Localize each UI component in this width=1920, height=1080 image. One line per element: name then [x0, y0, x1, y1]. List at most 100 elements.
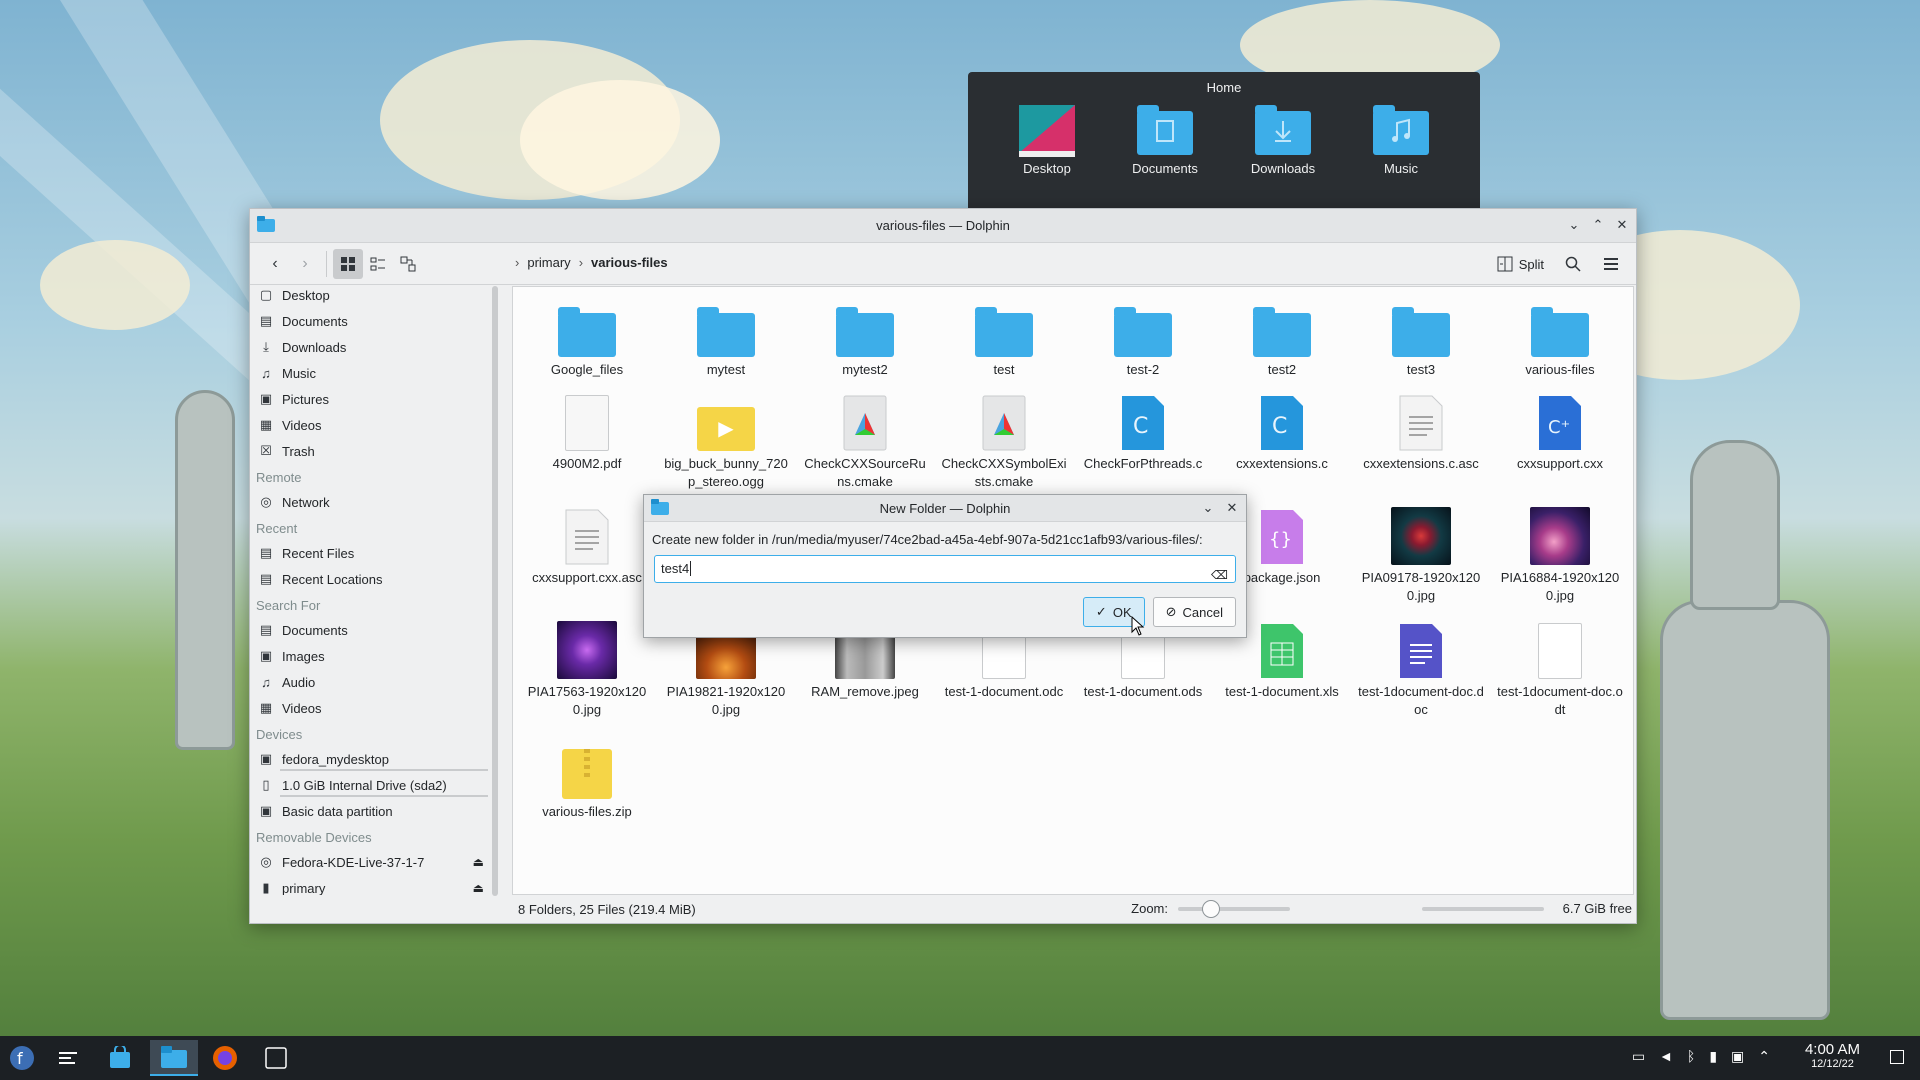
compact-view-button[interactable] — [363, 249, 393, 279]
folder-item[interactable]: various-files — [1496, 297, 1624, 379]
file-item[interactable]: C⁺ cxxsupport.cxx — [1496, 391, 1624, 473]
search-button[interactable] — [1558, 249, 1588, 279]
zoom-slider-handle[interactable] — [1202, 899, 1220, 918]
file-item[interactable]: PIA17563-1920x1200.jpg — [523, 619, 651, 719]
sidebar-item-recent-locations[interactable]: ▤ Recent Locations — [250, 566, 496, 592]
folder-icon — [1530, 297, 1590, 357]
folder-item[interactable]: mytest2 — [801, 297, 929, 379]
icons-view-button[interactable] — [333, 248, 363, 279]
breadcrumb-item-current[interactable]: various-files — [591, 255, 668, 270]
recent-files-icon: ▤ — [259, 545, 273, 560]
folder-item[interactable]: test-2 — [1079, 297, 1207, 379]
file-item[interactable]: CheckCXXSourceRuns.cmake — [801, 391, 929, 491]
clear-text-icon[interactable]: ⌫ — [1211, 562, 1229, 582]
dialog-titlebar[interactable]: New Folder — Dolphin ⌄ ✕ — [644, 495, 1246, 522]
sidebar-item-search-images[interactable]: ▣ Images — [250, 643, 496, 669]
videos-icon: ▦ — [259, 700, 273, 715]
sidebar-item-desktop[interactable]: ▢ Desktop — [250, 286, 496, 308]
maximize-button[interactable]: ⌃ — [1590, 215, 1606, 235]
details-view-button[interactable] — [393, 249, 423, 279]
display-icon[interactable]: ▭ — [1632, 1048, 1645, 1065]
sidebar-item-device[interactable]: ▣ Basic data partition — [250, 798, 496, 824]
sidebar-item-downloads[interactable]: ⤓ Downloads — [250, 334, 496, 360]
sidebar-item-removable[interactable]: ▮ primary ⏏ — [250, 875, 496, 895]
file-item[interactable]: CheckCXXSymbolExists.cmake — [940, 391, 1068, 491]
home-popup-music-label: Music — [1384, 161, 1418, 176]
home-popup-desktop[interactable]: Desktop — [1002, 103, 1092, 176]
zoom-slider[interactable] — [1178, 899, 1290, 918]
home-popup-documents[interactable]: Documents — [1120, 103, 1210, 176]
file-item[interactable]: PIA09178-1920x1200.jpg — [1357, 505, 1485, 605]
back-button[interactable]: ‹ — [260, 249, 290, 279]
volume-icon[interactable]: ◄ — [1659, 1048, 1673, 1065]
sidebar-item-documents[interactable]: ▤ Documents — [250, 308, 496, 334]
sidebar-item-device[interactable]: ▣ fedora_mydesktop — [250, 746, 496, 772]
clock[interactable]: 4:00 AM 12/12/22 — [1805, 1041, 1860, 1070]
file-name-label: PIA09178-1920x1200.jpg — [1361, 570, 1481, 603]
sidebar-item-label: Fedora-KDE-Live-37-1-7 — [282, 854, 425, 870]
status-bar: 8 Folders, 25 Files (219.4 MiB) Zoom: 6.… — [512, 895, 1636, 923]
file-name-label: PIA17563-1920x1200.jpg — [527, 684, 647, 717]
task-dolphin[interactable] — [150, 1040, 198, 1076]
close-button[interactable]: ✕ — [1614, 215, 1630, 235]
show-desktop-button[interactable] — [1890, 1050, 1904, 1064]
sidebar-scrollbar[interactable] — [492, 286, 498, 896]
file-item[interactable]: 4900M2.pdf — [523, 391, 651, 473]
dialog-minimize-button[interactable]: ⌄ — [1200, 498, 1216, 518]
removable-device-icon[interactable]: ▮ — [1709, 1048, 1717, 1065]
file-item[interactable]: Ccxxextensions.c — [1218, 391, 1346, 473]
sidebar-item-recent-files[interactable]: ▤ Recent Files — [250, 540, 496, 566]
task-discover[interactable] — [100, 1040, 140, 1076]
task-pager[interactable] — [48, 1040, 88, 1076]
window-titlebar[interactable]: various-files — Dolphin ⌄ ⌃ ✕ — [250, 209, 1636, 243]
file-item[interactable]: PIA16884-1920x1200.jpg — [1496, 505, 1624, 605]
home-popup-music[interactable]: Music — [1356, 103, 1446, 176]
sidebar-item-music[interactable]: ♫ Music — [250, 360, 496, 386]
file-item[interactable]: ▶ big_buck_bunny_720p_stereo.ogg — [662, 391, 790, 491]
sidebar-item-videos[interactable]: ▦ Videos — [250, 412, 496, 438]
file-item[interactable]: test-1document-doc.doc — [1357, 619, 1485, 719]
file-item[interactable]: cxxextensions.c.asc — [1357, 391, 1485, 473]
sidebar-item-device[interactable]: ▯ 1.0 GiB Internal Drive (sda2) — [250, 772, 496, 798]
dialog-close-button[interactable]: ✕ — [1224, 498, 1240, 518]
folder-item[interactable]: test3 — [1357, 297, 1485, 379]
eject-icon[interactable]: ⏏ — [473, 855, 484, 869]
network-status-icon[interactable]: ▣ — [1731, 1048, 1744, 1065]
home-popup-downloads[interactable]: Downloads — [1238, 103, 1328, 176]
show-hidden-icons-arrow-icon[interactable]: ⌃ — [1758, 1048, 1770, 1065]
sidebar-item-search-audio[interactable]: ♫ Audio — [250, 669, 496, 695]
forward-button[interactable]: › — [290, 249, 320, 279]
clock-time: 4:00 AM — [1804, 1041, 1860, 1058]
hamburger-menu-button[interactable] — [1596, 249, 1626, 279]
mouse-pointer-icon — [1131, 616, 1145, 636]
breadcrumb-item-primary[interactable]: primary — [527, 255, 570, 270]
sidebar-item-search-videos[interactable]: ▦ Videos — [250, 695, 496, 721]
minimize-button[interactable]: ⌄ — [1566, 215, 1582, 235]
sidebar-item-trash[interactable]: ☒ Trash — [250, 438, 496, 464]
folder-item[interactable]: mytest — [662, 297, 790, 379]
task-firefox[interactable] — [205, 1040, 245, 1076]
cancel-button[interactable]: ⊘ Cancel — [1152, 597, 1236, 627]
file-item[interactable]: test-1document-doc.odt — [1496, 619, 1624, 719]
sidebar-item-search-documents[interactable]: ▤ Documents — [250, 617, 496, 643]
folder-item[interactable]: test — [940, 297, 1068, 379]
file-item[interactable]: various-files.zip — [523, 739, 651, 821]
drive-icon: ▣ — [259, 751, 273, 766]
task-konsole[interactable] — [256, 1040, 296, 1076]
folder-name-input[interactable]: test4 ⌫ — [654, 555, 1236, 583]
sidebar-item-label: 1.0 GiB Internal Drive (sda2) — [282, 777, 447, 793]
folder-item[interactable]: test2 — [1218, 297, 1346, 379]
split-button[interactable]: Split — [1491, 249, 1550, 279]
sidebar-item-network[interactable]: ◎ Network — [250, 489, 496, 515]
network-icon: ◎ — [260, 494, 272, 509]
c-source-file-icon: C — [1252, 391, 1312, 451]
eject-icon[interactable]: ⏏ — [473, 881, 484, 895]
bluetooth-icon[interactable]: ᛒ — [1687, 1048, 1695, 1065]
application-launcher[interactable]: f — [2, 1040, 42, 1076]
file-item[interactable]: cxxsupport.cxx.asc — [523, 505, 651, 587]
sidebar-item-removable[interactable]: ◎ Fedora-KDE-Live-37-1-7 ⏏ — [250, 849, 496, 875]
sidebar-item-pictures[interactable]: ▣ Pictures — [250, 386, 496, 412]
folder-item[interactable]: Google_files — [523, 297, 651, 379]
ok-label: OK — [1112, 604, 1132, 620]
file-item[interactable]: C CheckForPthreads.c — [1079, 391, 1207, 473]
